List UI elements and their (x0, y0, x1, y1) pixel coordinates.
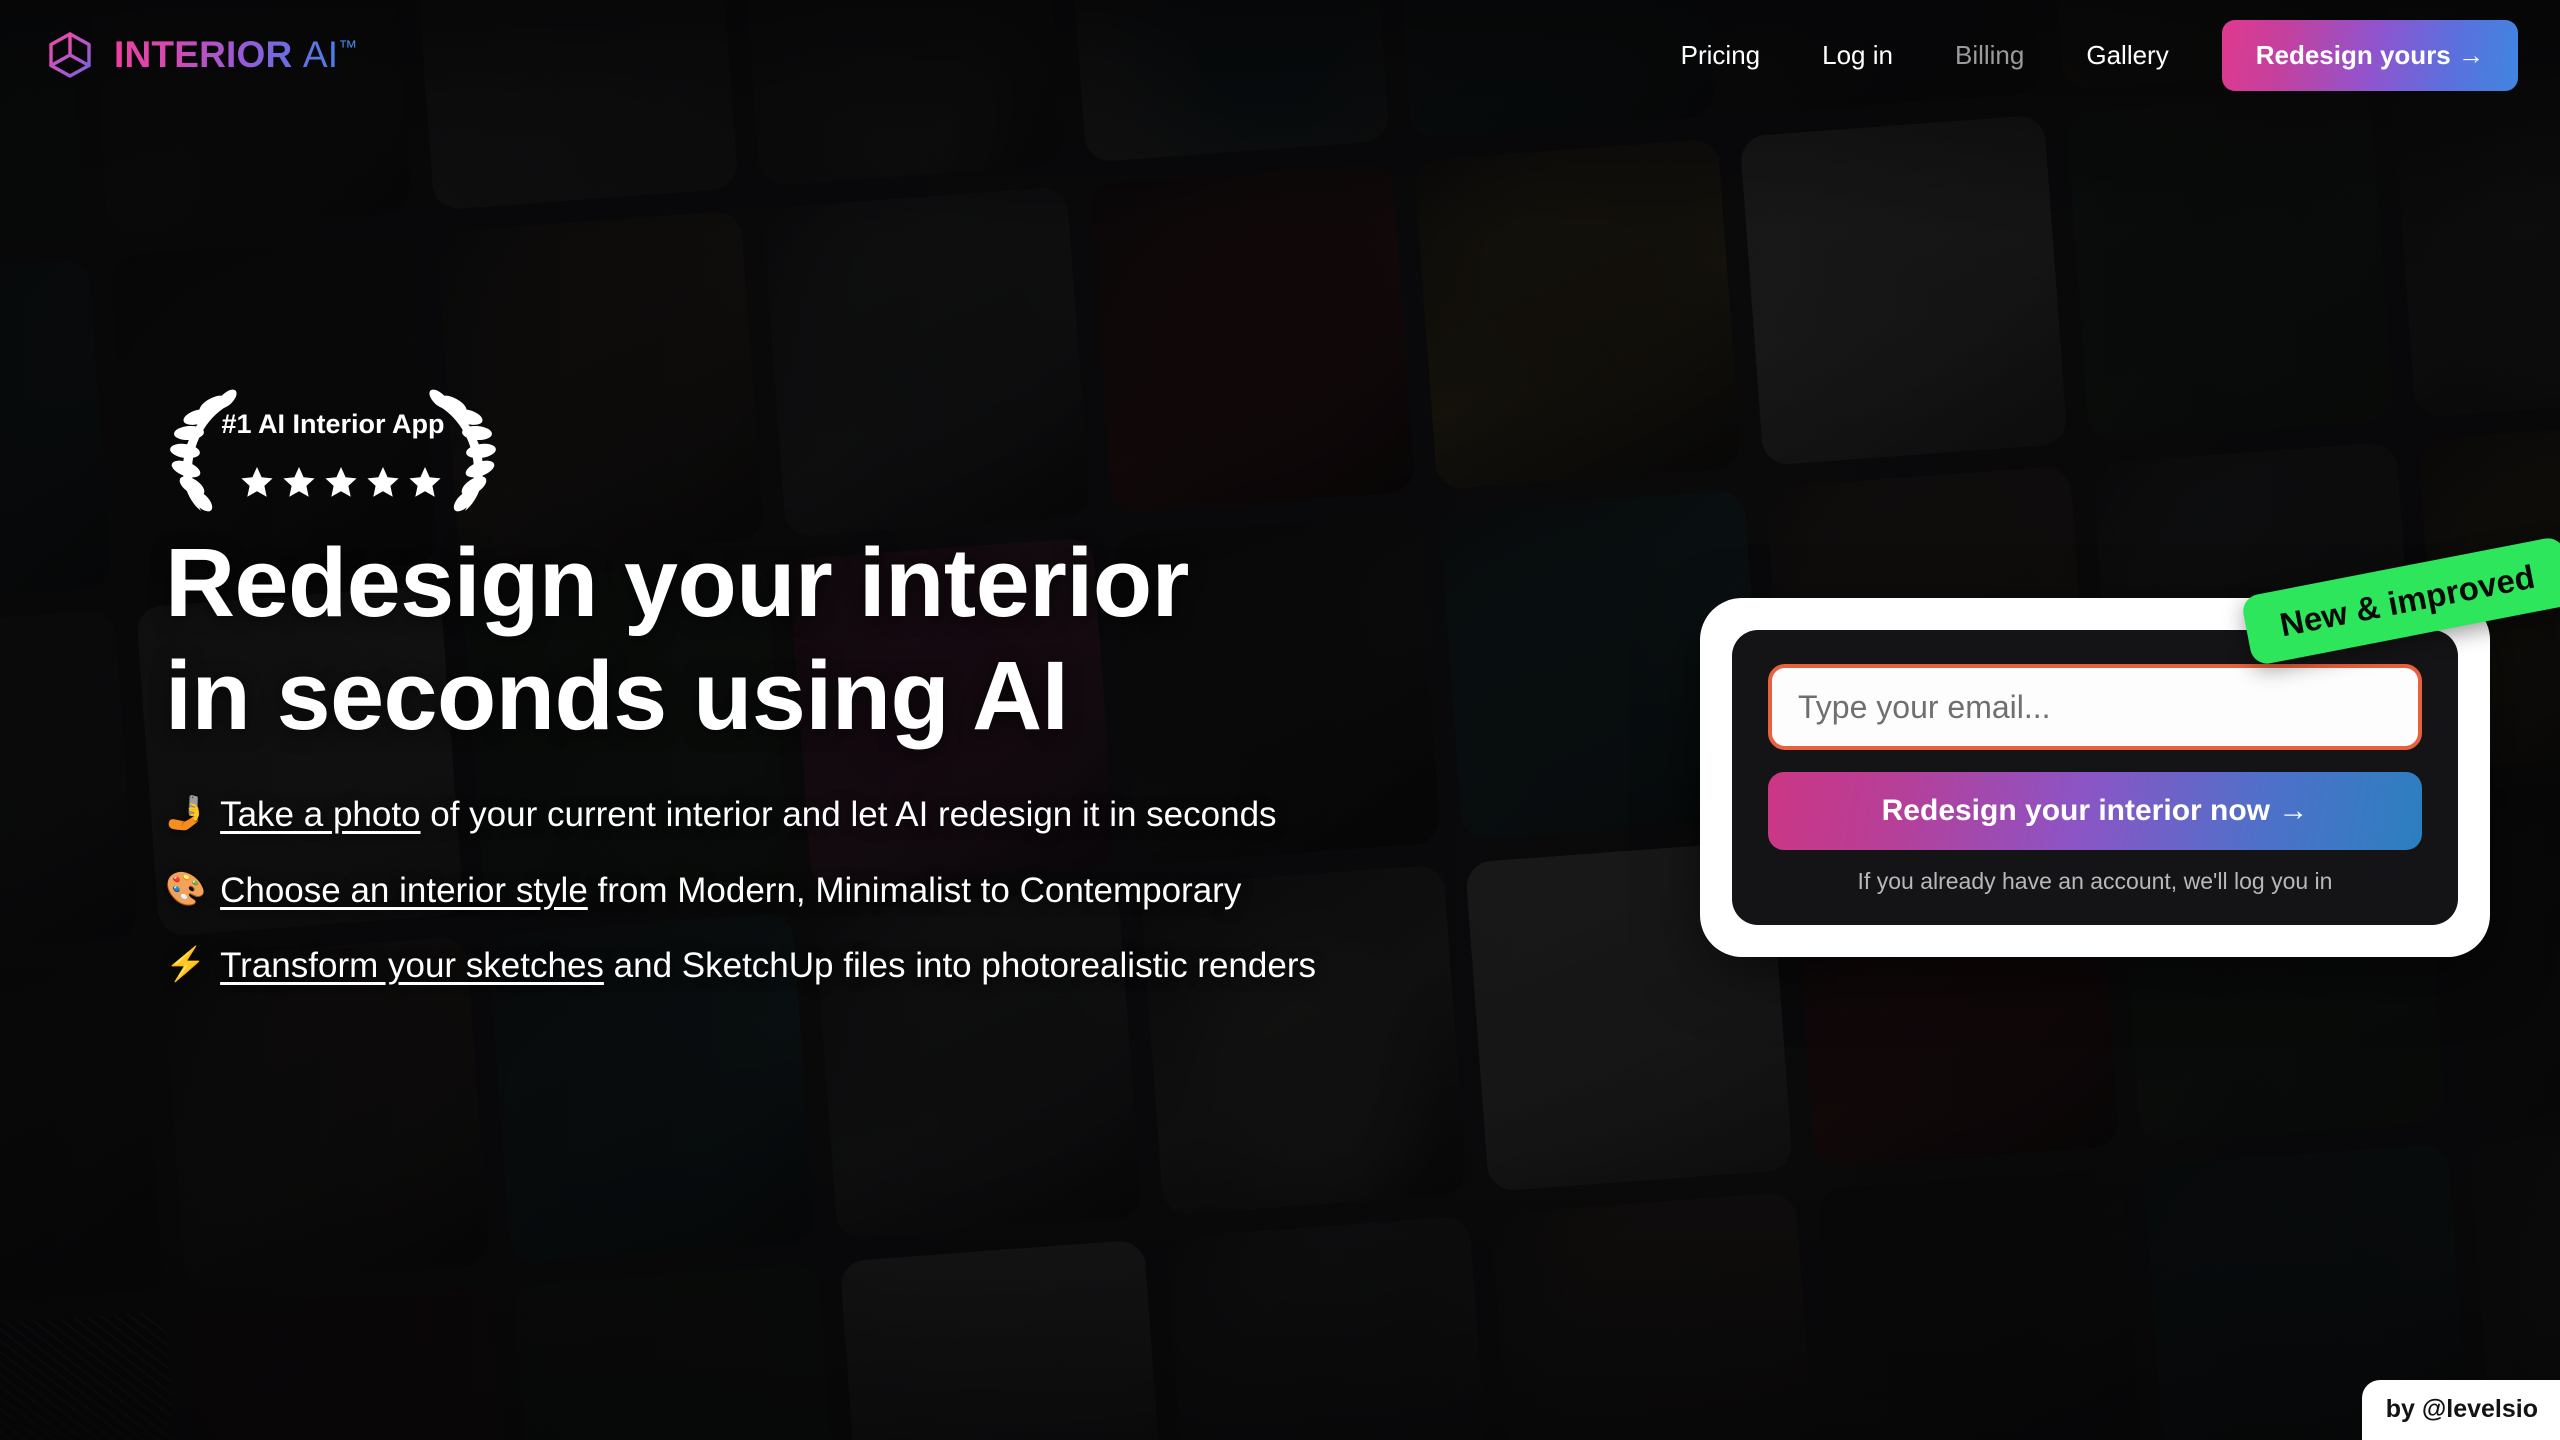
nav-item-billing[interactable]: Billing (1924, 40, 2055, 71)
bullet-link-take-a-photo[interactable]: Take a photo (220, 795, 420, 834)
mosaic-tile (187, 1287, 516, 1440)
mosaic-tile (1491, 1191, 1820, 1440)
cube-icon (49, 32, 91, 78)
redesign-now-button[interactable]: Redesign your interior now → (1768, 772, 2422, 850)
trademark-symbol: ™ (338, 37, 358, 59)
header-redesign-yours-button[interactable]: Redesign yours → (2221, 19, 2518, 91)
headline-line-2: in seconds using AI (165, 640, 1069, 750)
bullet-link-transform-sketches[interactable]: Transform your sketches (220, 946, 604, 985)
award-badge-text: #1 AI Interior App (221, 409, 444, 439)
list-item: 🎨 Choose an interior style from Modern, … (165, 866, 1565, 916)
bullet-rest-text: from Modern, Minimalist to Contemporary (587, 870, 1242, 910)
headline-line-1: Redesign your interior (165, 528, 1189, 637)
brand-word-light: AI (302, 34, 339, 75)
lightning-bolt-emoji: ⚡ (165, 945, 207, 983)
brand-wordmark: INTERIOR AI™ (114, 34, 357, 76)
brand-logo[interactable]: INTERIOR AI™ (44, 29, 357, 81)
mosaic-tile (0, 1311, 190, 1440)
signup-card-inner: Redesign your interior now → If you alre… (1732, 630, 2458, 925)
hero-section: #1 AI Interior App Redesign your interio… (165, 385, 1625, 1017)
list-item: 🤳 Take a photo of your current interior … (165, 790, 1565, 840)
nav-item-login[interactable]: Log in (1791, 40, 1924, 71)
mosaic-tile (1739, 114, 2069, 466)
selfie-camera-emoji: 🤳 (165, 794, 207, 832)
page-title: Redesign your interior in seconds using … (165, 527, 1625, 752)
main-navigation: Pricing Log in Billing Gallery Redesign … (1650, 19, 2518, 91)
mosaic-tile (0, 609, 138, 961)
signup-card: Redesign your interior now → If you alre… (1700, 598, 2490, 957)
mosaic-tile (1817, 1167, 2146, 1440)
mosaic-tile (0, 960, 164, 1312)
author-credit-badge[interactable]: by @levelsio (2361, 1380, 2560, 1440)
nav-item-gallery[interactable]: Gallery (2055, 40, 2199, 71)
signup-helper-text: If you already have an account, we'll lo… (1857, 868, 2333, 894)
mosaic-tile (1165, 1215, 1494, 1440)
list-item: ⚡ Transform your sketches and SketchUp f… (165, 941, 1565, 991)
mosaic-tile (2391, 66, 2560, 418)
email-input[interactable] (1768, 664, 2422, 750)
artist-palette-emoji: 🎨 (165, 869, 207, 907)
mosaic-tile (513, 1263, 842, 1440)
mosaic-tile (839, 1239, 1168, 1440)
bullet-text: Choose an interior style from Modern, Mi… (220, 866, 1241, 916)
bullet-text: Transform your sketches and SketchUp fil… (220, 941, 1316, 991)
mosaic-tile (2065, 90, 2395, 442)
page-root: INTERIOR AI™ Pricing Log in Billing Gall… (0, 0, 2560, 1440)
laurel-wreath-icon: #1 AI Interior App (170, 389, 496, 512)
feature-bullet-list: 🤳 Take a photo of your current interior … (165, 790, 1625, 991)
bullet-link-choose-style[interactable]: Choose an interior style (220, 871, 588, 910)
bullet-text: Take a photo of your current interior an… (220, 790, 1276, 840)
award-badge: #1 AI Interior App (165, 385, 1625, 517)
brand-word-bold: INTERIOR (114, 34, 293, 75)
nav-item-pricing[interactable]: Pricing (1650, 40, 1791, 71)
site-header: INTERIOR AI™ Pricing Log in Billing Gall… (0, 0, 2560, 110)
mosaic-tile (0, 258, 113, 610)
bullet-rest-text: and SketchUp files into photorealistic r… (603, 946, 1316, 986)
bullet-rest-text: of your current interior and let AI rede… (420, 795, 1277, 835)
